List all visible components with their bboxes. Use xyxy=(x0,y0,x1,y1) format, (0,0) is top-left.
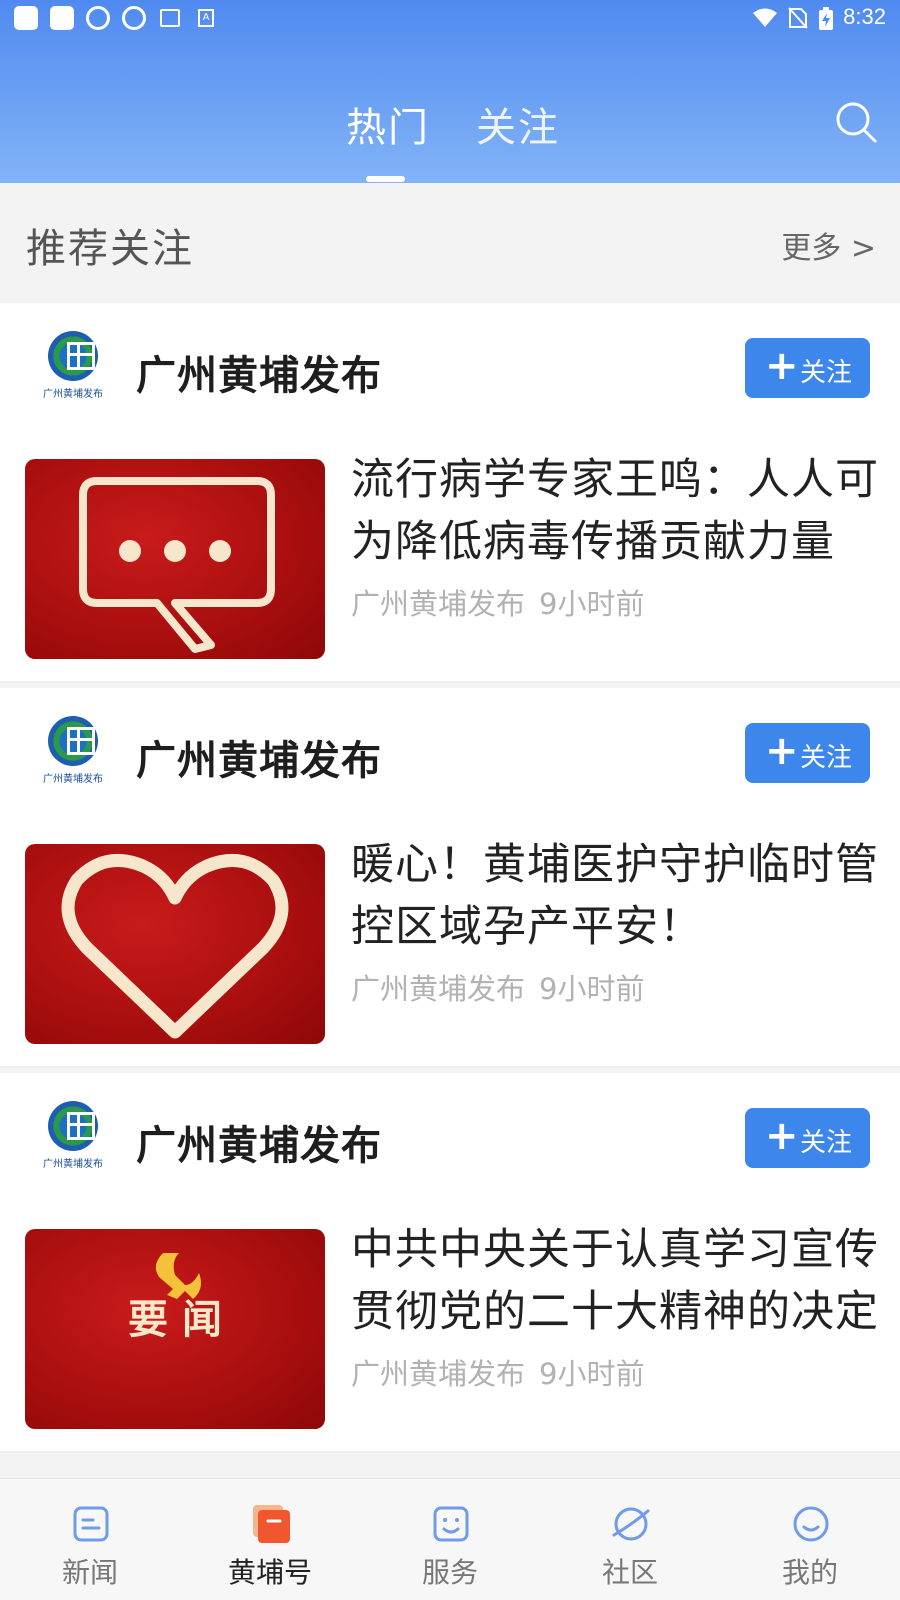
article-meta: 广州黄埔发布 9小时前 xyxy=(351,581,658,623)
follow-button[interactable]: + 关注 xyxy=(745,1108,870,1168)
plus-icon: + xyxy=(765,1113,799,1159)
nav-label: 我的 xyxy=(781,1556,838,1589)
app-square-icon xyxy=(14,6,38,30)
status-bar: A 8:32 xyxy=(0,0,900,36)
bottom-nav: 新闻 黄埔号 服务 社区 我的 xyxy=(0,1478,900,1600)
source-logo[interactable]: 广州黄埔发布 xyxy=(40,1101,106,1171)
party-emblem-icon: 要 闻 xyxy=(128,1253,222,1343)
follow-label: 关注 xyxy=(800,1128,853,1158)
article-headline[interactable]: 流行病学专家王鸣：人人可为降低病毒传播贡献力量 xyxy=(351,449,881,573)
more-link[interactable]: 更多 > xyxy=(781,223,876,267)
search-icon[interactable] xyxy=(834,100,878,144)
logo-emblem xyxy=(48,331,98,381)
meta-time: 9小时前 xyxy=(539,972,645,1006)
follow-button[interactable]: + 关注 xyxy=(745,338,870,398)
article-card[interactable]: 广州黄埔发布 广州黄埔发布 + 关注 要 闻 中共中央关于认真学习宣传贯彻党的二… xyxy=(0,1073,900,1453)
nav-item-profile[interactable]: 我的 xyxy=(720,1479,900,1600)
image-icon xyxy=(160,9,180,27)
article-meta: 广州黄埔发布 9小时前 xyxy=(351,1351,658,1393)
nav-item-service[interactable]: 服务 xyxy=(360,1479,540,1600)
profile-icon xyxy=(793,1506,829,1542)
nav-item-community[interactable]: 社区 xyxy=(540,1479,720,1600)
speech-bubble-icon xyxy=(79,477,275,653)
community-icon xyxy=(612,1507,650,1541)
meta-source: 广州黄埔发布 xyxy=(351,972,526,1006)
heart-icon xyxy=(61,853,289,1039)
follow-label: 关注 xyxy=(800,743,853,773)
news-icon xyxy=(73,1506,109,1542)
text-a-icon: A xyxy=(198,9,214,27)
no-sim-icon xyxy=(788,7,808,29)
meta-source: 广州黄埔发布 xyxy=(351,1357,526,1391)
tab-hot[interactable]: 热门 xyxy=(346,95,430,153)
globe-icon xyxy=(86,6,110,30)
recommend-bar: 推荐关注 更多 > xyxy=(0,183,900,303)
meta-time: 9小时前 xyxy=(539,1357,645,1391)
app-header: A 8:32 热门 关注 xyxy=(0,0,900,183)
source-name[interactable]: 广州黄埔发布 xyxy=(136,343,382,401)
meta-source: 广州黄埔发布 xyxy=(351,587,526,621)
logo-caption: 广州黄埔发布 xyxy=(43,1159,103,1170)
thumb-caption: 要 闻 xyxy=(128,1296,222,1343)
article-meta: 广州黄埔发布 9小时前 xyxy=(351,966,658,1008)
huangpu-icon xyxy=(253,1505,290,1543)
article-card[interactable]: 广州黄埔发布 广州黄埔发布 + 关注 暖心！黄埔医护守护临时管控区域孕产平安！ … xyxy=(0,688,900,1068)
logo-emblem xyxy=(48,716,98,766)
active-tab-indicator xyxy=(366,176,405,182)
article-card[interactable]: 广州黄埔发布 广州黄埔发布 + 关注 流行病学专家王鸣：人人可为降低病毒传播贡献… xyxy=(0,303,900,683)
divider xyxy=(0,1451,900,1453)
follow-label: 关注 xyxy=(800,358,853,388)
wifi-icon xyxy=(753,8,777,27)
divider xyxy=(0,1066,900,1068)
source-name[interactable]: 广州黄埔发布 xyxy=(136,1113,382,1171)
follow-button[interactable]: + 关注 xyxy=(745,723,870,783)
nav-label: 黄埔号 xyxy=(227,1556,312,1589)
status-time: 8:32 xyxy=(843,4,886,29)
logo-caption: 广州黄埔发布 xyxy=(43,389,103,400)
meta-time: 9小时前 xyxy=(539,587,645,621)
globe-icon xyxy=(122,6,146,30)
nav-label: 新闻 xyxy=(61,1556,118,1589)
article-headline[interactable]: 中共中央关于认真学习宣传贯彻党的二十大精神的决定 xyxy=(351,1219,881,1343)
tab-follow[interactable]: 关注 xyxy=(476,95,560,153)
logo-caption: 广州黄埔发布 xyxy=(43,774,103,785)
battery-charging-icon xyxy=(819,7,833,30)
source-logo[interactable]: 广州黄埔发布 xyxy=(40,331,106,401)
nav-item-huangpu[interactable]: 黄埔号 xyxy=(180,1479,360,1600)
plus-icon: + xyxy=(765,728,799,774)
logo-emblem xyxy=(48,1101,98,1151)
nav-label: 社区 xyxy=(601,1556,658,1589)
source-logo[interactable]: 广州黄埔发布 xyxy=(40,716,106,786)
source-name[interactable]: 广州黄埔发布 xyxy=(136,728,382,786)
article-thumbnail[interactable]: 要 闻 xyxy=(25,1229,325,1429)
section-title: 推荐关注 xyxy=(26,226,194,272)
article-thumbnail[interactable] xyxy=(25,459,325,659)
app-square-icon xyxy=(50,6,74,30)
nav-item-news[interactable]: 新闻 xyxy=(0,1479,180,1600)
plus-icon: + xyxy=(765,343,799,389)
article-thumbnail[interactable] xyxy=(25,844,325,1044)
top-tabs: 热门 关注 xyxy=(0,95,900,155)
article-headline[interactable]: 暖心！黄埔医护守护临时管控区域孕产平安！ xyxy=(351,834,881,958)
service-icon xyxy=(433,1506,469,1542)
nav-label: 服务 xyxy=(421,1556,478,1589)
divider xyxy=(0,681,900,683)
